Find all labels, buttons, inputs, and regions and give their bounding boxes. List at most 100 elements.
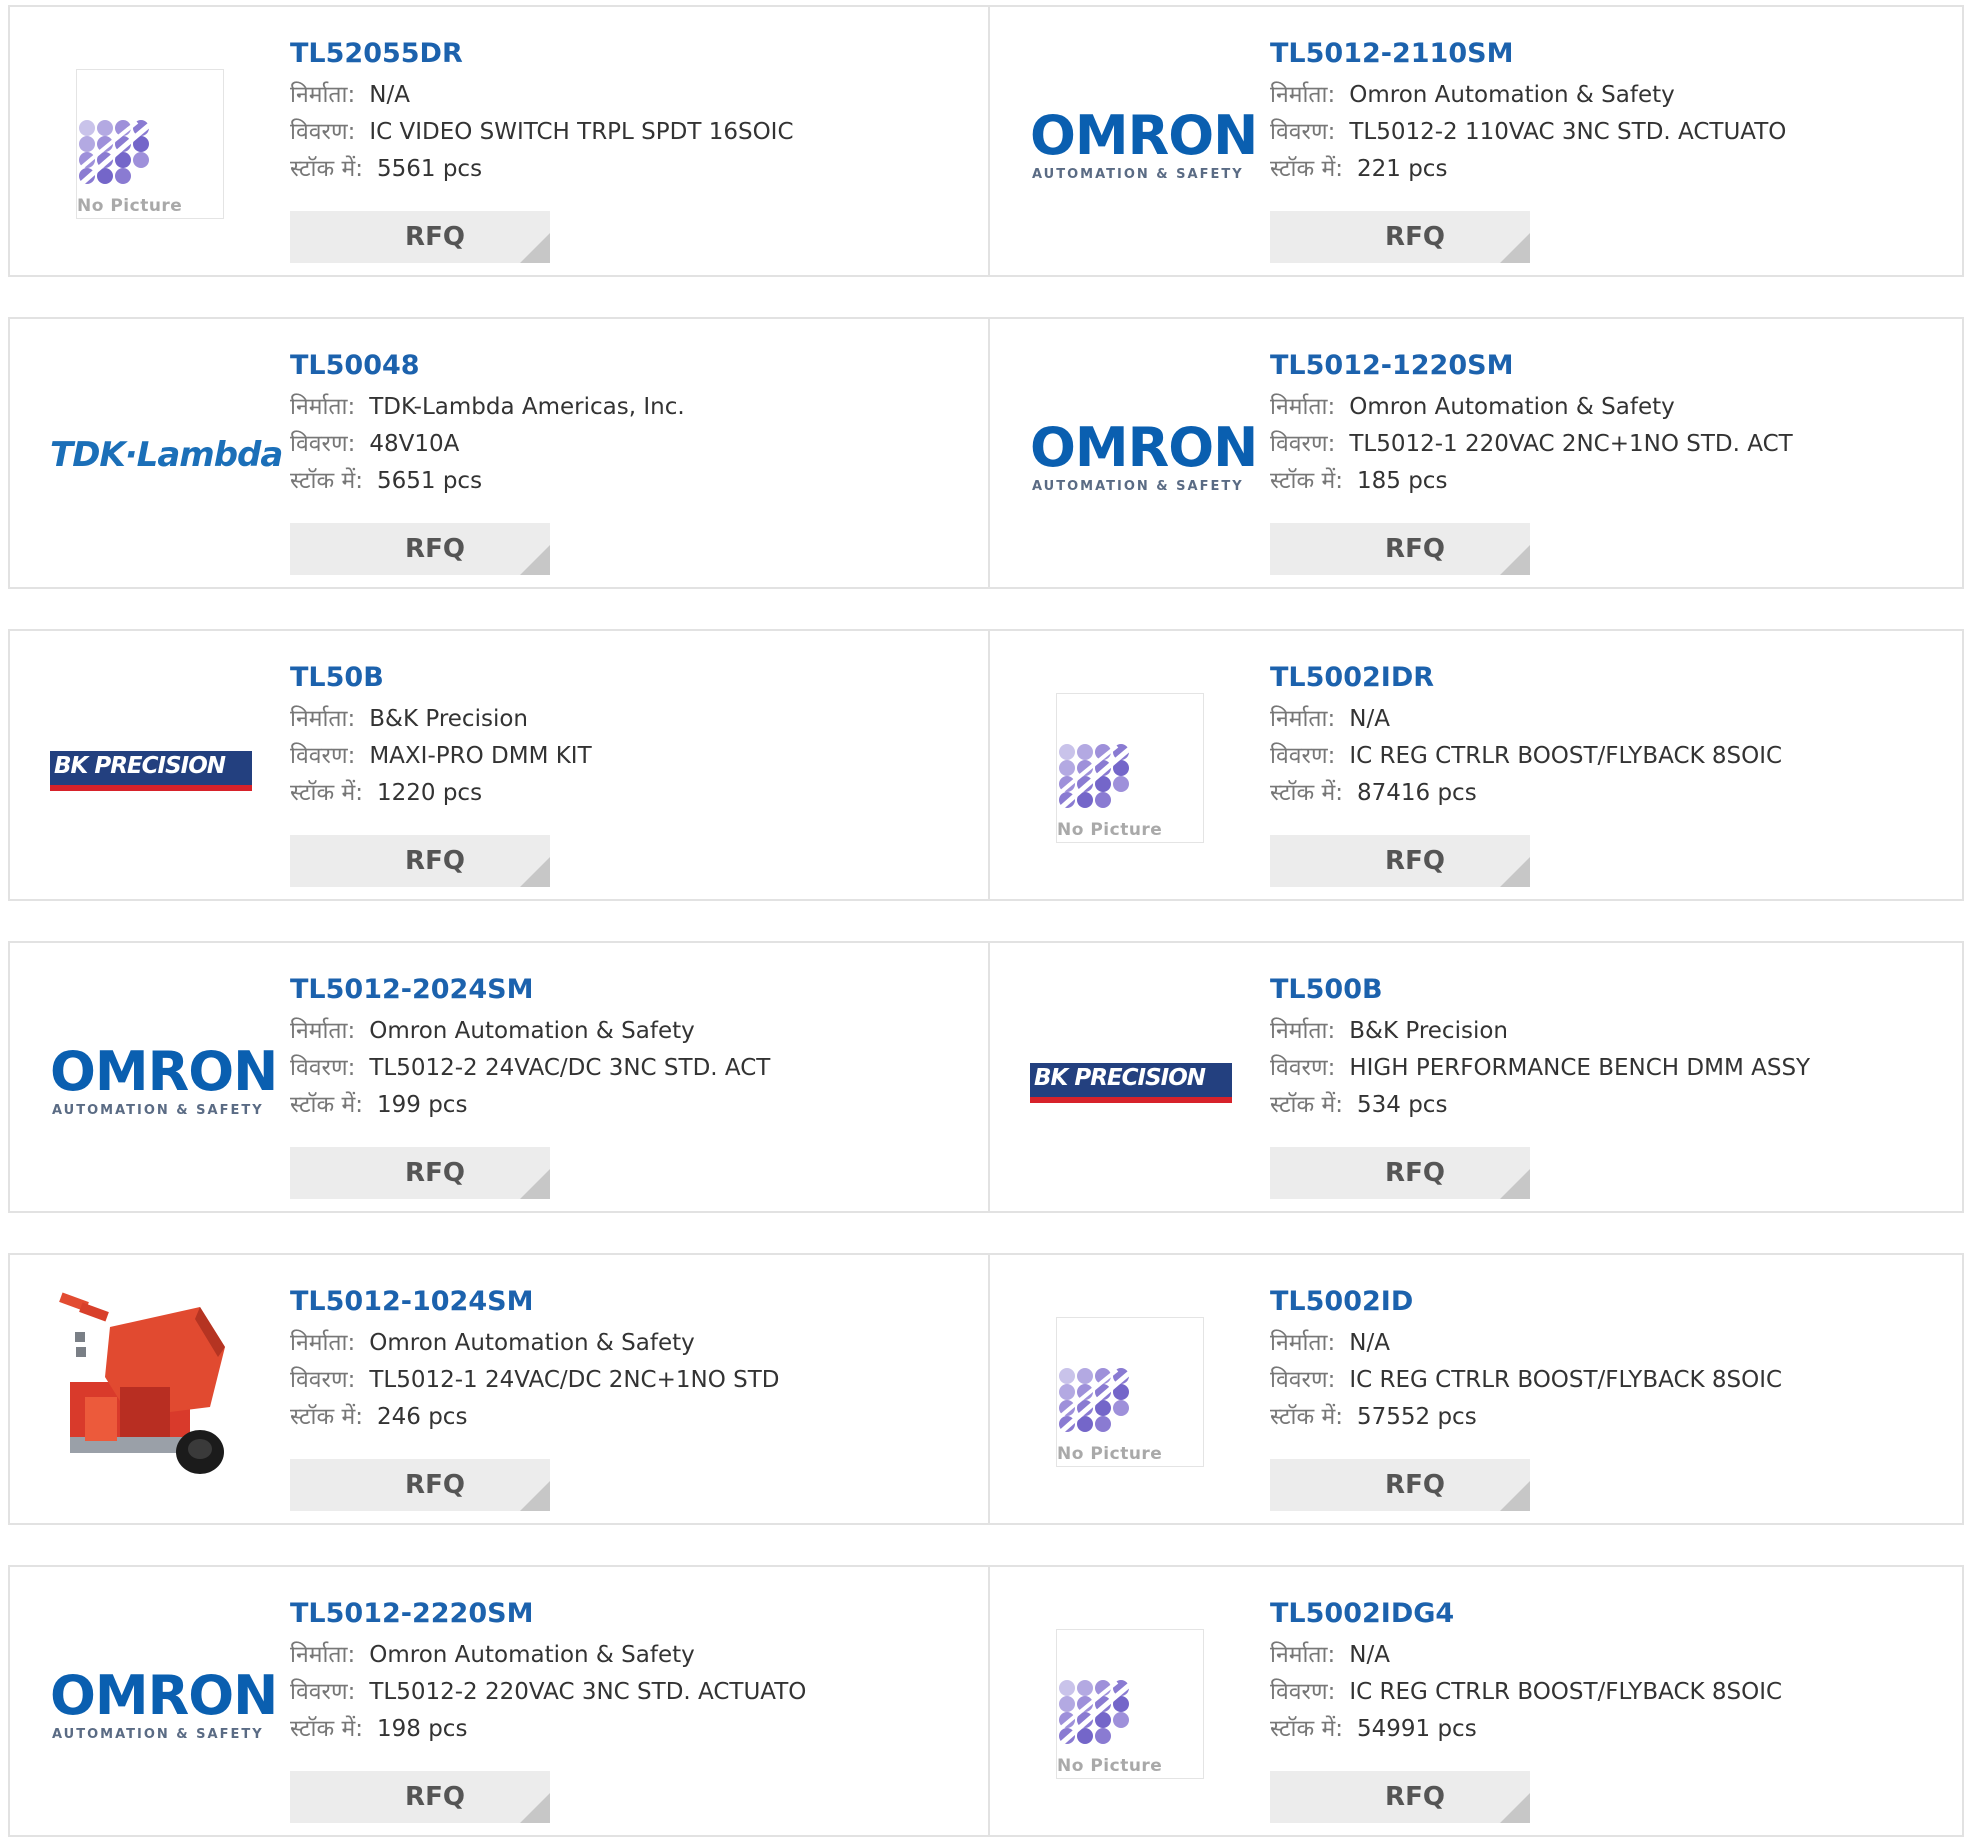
product-card: No Picture TL5002IDR निर्माता: N/A विवरण:… [988, 631, 1966, 899]
rfq-button[interactable]: RFQ [290, 1459, 550, 1511]
description-label: विवरण: [1270, 743, 1336, 769]
description-label: विवरण: [290, 1679, 356, 1705]
part-number-link[interactable]: TL52055DR [290, 37, 970, 77]
product-thumbnail[interactable]: OMRON AUTOMATION & SAFETY [1030, 69, 1258, 219]
no-picture-label: No Picture [1057, 1444, 1169, 1464]
no-picture-label: No Picture [77, 196, 189, 216]
part-number-link[interactable]: TL50B [290, 661, 970, 701]
rfq-button[interactable]: RFQ [290, 1147, 550, 1199]
description-value: IC REG CTRLR BOOST/FLYBACK 8SOIC [1349, 743, 1783, 769]
part-number-link[interactable]: TL5012-2220SM [290, 1597, 970, 1637]
description-value: 48V10A [369, 431, 460, 457]
part-number-link[interactable]: TL500B [1270, 973, 1950, 1013]
manufacturer-label: निर्माता: [1270, 82, 1336, 108]
omron-logo-tagline: AUTOMATION & SAFETY [1032, 479, 1244, 494]
manufacturer-line: निर्माता: N/A [1270, 1637, 1950, 1674]
rfq-button[interactable]: RFQ [1270, 1459, 1530, 1511]
product-info: TL5002IDR निर्माता: N/A विवरण: IC REG CTRL… [1270, 661, 1950, 887]
manufacturer-line: निर्माता: Omron Automation & Safety [290, 1013, 970, 1050]
product-photo[interactable] [50, 1287, 252, 1477]
no-picture-placeholder: No Picture [1056, 693, 1204, 843]
stock-line: स्टॉक में: 87416 pcs [1270, 775, 1950, 812]
rfq-button[interactable]: RFQ [290, 1771, 550, 1823]
description-label: विवरण: [290, 431, 356, 457]
part-number-link[interactable]: TL5012-1220SM [1270, 349, 1950, 389]
rfq-button[interactable]: RFQ [290, 523, 550, 575]
product-thumbnail[interactable]: OMRON AUTOMATION & SAFETY [50, 1629, 278, 1779]
part-number-link[interactable]: TL5002IDG4 [1270, 1597, 1950, 1637]
stock-line: स्टॉक में: 221 pcs [1270, 151, 1950, 188]
manufacturer-value: N/A [1349, 706, 1390, 732]
part-number-link[interactable]: TL5002ID [1270, 1285, 1950, 1325]
part-number-link[interactable]: TL5012-2110SM [1270, 37, 1950, 77]
description-label: विवरण: [290, 1367, 356, 1393]
manufacturer-value: Omron Automation & Safety [369, 1018, 695, 1044]
product-thumbnail[interactable]: No Picture [1030, 1317, 1232, 1467]
rfq-button-label: RFQ [405, 1158, 465, 1188]
corner-triangle-icon [520, 1169, 550, 1199]
product-card: No Picture TL5002IDG4 निर्माता: N/A विवरण… [988, 1567, 1966, 1835]
product-thumbnail[interactable]: BK PRECISION ELECTRONIC TEST INSTRUMENTS [1030, 1005, 1232, 1155]
rfq-button[interactable]: RFQ [1270, 835, 1530, 887]
product-thumbnail[interactable] [50, 1287, 252, 1474]
product-thumbnail[interactable]: TDK·Lambda [50, 381, 283, 531]
product-info: TL5012-2110SM निर्माता: Omron Automation … [1270, 37, 1950, 263]
description-value: IC VIDEO SWITCH TRPL SPDT 16SOIC [369, 119, 794, 145]
omron-logo: OMRON AUTOMATION & SAFETY [1030, 69, 1258, 219]
product-row: TDK·Lambda TL50048 निर्माता: TDK-Lambda A… [8, 317, 1964, 589]
manufacturer-value: Omron Automation & Safety [1349, 82, 1675, 108]
no-picture-placeholder: No Picture [76, 69, 224, 219]
no-picture-label: No Picture [1057, 1756, 1169, 1776]
stock-label: स्टॉक में: [290, 1716, 363, 1742]
product-thumbnail[interactable]: No Picture [50, 69, 252, 219]
product-grid: No Picture TL52055DR निर्माता: N/A विवरण:… [0, 0, 1969, 1837]
description-label: विवरण: [290, 119, 356, 145]
rfq-button[interactable]: RFQ [1270, 523, 1530, 575]
product-thumbnail[interactable]: BK PRECISION ELECTRONIC TEST INSTRUMENTS [50, 693, 252, 843]
rfq-button[interactable]: RFQ [290, 835, 550, 887]
stock-label: स्टॉक में: [1270, 1716, 1343, 1742]
description-line: विवरण: TL5012-2 110VAC 3NC STD. ACTUATO [1270, 114, 1950, 151]
stock-value: 246 pcs [376, 1404, 468, 1430]
part-number-link[interactable]: TL50048 [290, 349, 970, 389]
manufacturer-value: N/A [1349, 1642, 1390, 1668]
part-number-link[interactable]: TL5012-1024SM [290, 1285, 970, 1325]
corner-triangle-icon [1500, 1793, 1530, 1823]
product-card: No Picture TL5002ID निर्माता: N/A विवरण: I… [988, 1255, 1966, 1523]
rfq-button[interactable]: RFQ [1270, 1771, 1530, 1823]
product-card: BK PRECISION ELECTRONIC TEST INSTRUMENTS… [988, 943, 1966, 1211]
manufacturer-label: निर्माता: [1270, 394, 1336, 420]
manufacturer-label: निर्माता: [290, 1330, 356, 1356]
tdk-lambda-logo-wordmark: TDK·Lambda [50, 435, 283, 475]
product-thumbnail[interactable]: OMRON AUTOMATION & SAFETY [50, 1005, 278, 1155]
stock-value: 1220 pcs [376, 780, 483, 806]
product-card: TL5012-1024SM निर्माता: Omron Automation … [10, 1255, 986, 1523]
manufacturer-value: N/A [369, 82, 410, 108]
stock-label: स्टॉक में: [1270, 156, 1343, 182]
stock-label: स्टॉक में: [1270, 1404, 1343, 1430]
product-info: TL5012-1220SM निर्माता: Omron Automation … [1270, 349, 1950, 575]
part-number-link[interactable]: TL5012-2024SM [290, 973, 970, 1013]
stock-label: स्टॉक में: [290, 156, 363, 182]
stock-value: 54991 pcs [1356, 1716, 1477, 1742]
product-card: TDK·Lambda TL50048 निर्माता: TDK-Lambda A… [10, 319, 986, 587]
rfq-button[interactable]: RFQ [290, 211, 550, 263]
rfq-button-label: RFQ [405, 1782, 465, 1812]
product-thumbnail[interactable]: No Picture [1030, 1629, 1232, 1779]
product-card: OMRON AUTOMATION & SAFETY TL5012-2220SM … [10, 1567, 986, 1835]
rfq-button[interactable]: RFQ [1270, 211, 1530, 263]
corner-triangle-icon [520, 545, 550, 575]
description-line: विवरण: IC VIDEO SWITCH TRPL SPDT 16SOIC [290, 114, 970, 151]
product-info: TL500B निर्माता: B&K Precision विवरण: HIGH… [1270, 973, 1950, 1199]
part-number-link[interactable]: TL5002IDR [1270, 661, 1950, 701]
product-info: TL50B निर्माता: B&K Precision विवरण: MAXI-… [290, 661, 970, 887]
no-picture-label: No Picture [1057, 820, 1169, 840]
rfq-button[interactable]: RFQ [1270, 1147, 1530, 1199]
manufacturer-line: निर्माता: TDK-Lambda Americas, Inc. [290, 389, 970, 426]
description-line: विवरण: IC REG CTRLR BOOST/FLYBACK 8SOIC [1270, 1362, 1950, 1399]
description-label: विवरण: [1270, 431, 1336, 457]
product-thumbnail[interactable]: No Picture [1030, 693, 1232, 843]
corner-triangle-icon [520, 1481, 550, 1511]
stock-line: स्टॉक में: 1220 pcs [290, 775, 970, 812]
product-thumbnail[interactable]: OMRON AUTOMATION & SAFETY [1030, 381, 1258, 531]
